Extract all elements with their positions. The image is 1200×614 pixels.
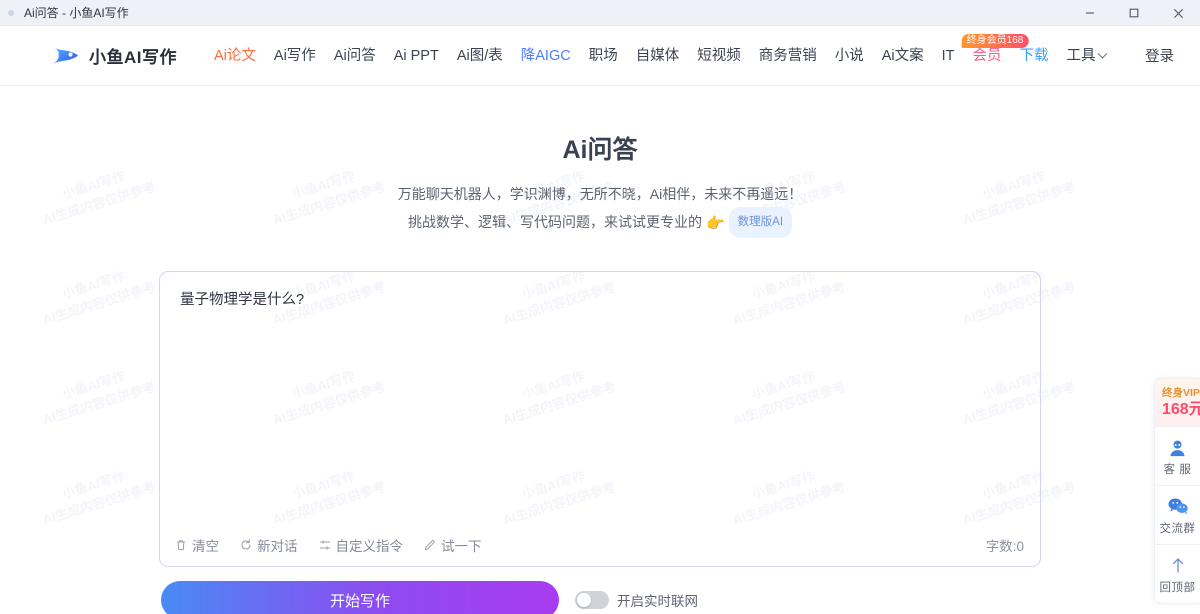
new-conversation-button[interactable]: 新对话	[239, 535, 298, 555]
start-writing-button[interactable]: 开始写作	[161, 581, 559, 614]
rail-vip-price: 168元	[1162, 400, 1200, 419]
window-title-bar: Ai问答 - 小鱼AI写作	[0, 0, 1200, 26]
right-side-rail: 终身VIP 168元 客 服	[1154, 378, 1200, 604]
realtime-network-toggle-group[interactable]: 开启实时联网	[575, 590, 698, 610]
fish-logo-icon	[50, 44, 80, 68]
editor-area: 量子物理学是什么? 清空 新对话	[159, 271, 1041, 567]
nav-item-business-marketing[interactable]: 商务营销	[750, 26, 826, 86]
subtitle-line-2-wrap: 挑战数学、逻辑、写代码问题，来试试更专业的👉数理版AI	[0, 207, 1200, 238]
pen-icon	[423, 538, 437, 552]
nav-links: Ai论文 Ai写作 Ai问答 Ai PPT Ai图/表 降AIGC 职场 自媒体…	[205, 26, 1115, 86]
nav-item-ai-qa[interactable]: Ai问答	[325, 26, 385, 86]
rail-item-community[interactable]: 交流群	[1155, 485, 1200, 544]
chevron-down-icon	[1097, 48, 1107, 58]
nav-item-novel[interactable]: 小说	[826, 26, 873, 86]
top-navigation-bar: 小鱼AI写作 Ai论文 Ai写作 Ai问答 Ai PPT Ai图/表 降AIGC…	[0, 26, 1200, 86]
math-version-badge[interactable]: 数理版AI	[729, 207, 792, 238]
nav-item-self-media[interactable]: 自媒体	[627, 26, 689, 86]
rail-item-support-label: 客 服	[1155, 461, 1200, 477]
subtitle-line-1: 万能聊天机器人，学识渊博，无所不晓，Ai相伴，未来不再遥远！	[0, 182, 1200, 207]
nav-item-tools[interactable]: 工具	[1058, 26, 1115, 86]
brand-logo-group[interactable]: 小鱼AI写作	[50, 43, 177, 68]
toggle-knob	[577, 593, 591, 607]
try-it-label: 试一下	[441, 535, 482, 555]
nav-right-group: 登录	[1139, 45, 1180, 66]
nav-item-ai-chart[interactable]: Ai图/表	[448, 26, 512, 86]
nav-item-tools-label: 工具	[1067, 48, 1096, 64]
watermark: 小鱼AI写作AI生成内容仅供参考	[35, 360, 158, 430]
watermark: 小鱼AI写作AI生成内容仅供参考	[35, 260, 158, 330]
trash-icon	[174, 538, 188, 552]
clear-button-label: 清空	[192, 535, 219, 555]
realtime-network-label: 开启实时联网	[617, 590, 698, 610]
nav-item-reduce-aigc[interactable]: 降AIGC	[512, 26, 580, 86]
subtitle-line-2: 挑战数学、逻辑、写代码问题，来试试更专业的	[408, 214, 702, 230]
nav-item-workplace[interactable]: 职场	[580, 26, 627, 86]
prompt-input[interactable]: 量子物理学是什么?	[160, 272, 1040, 524]
nav-item-ai-writing[interactable]: Ai写作	[265, 26, 325, 86]
nav-item-ai-paper[interactable]: Ai论文	[205, 26, 265, 86]
nav-item-ai-copywriting[interactable]: Ai文案	[873, 26, 933, 86]
arrow-up-icon	[1155, 554, 1200, 576]
nav-item-membership-label: 会员	[973, 48, 1002, 64]
pointing-finger-icon: 👉	[706, 215, 725, 232]
custom-instruction-label: 自定义指令	[336, 535, 404, 555]
nav-item-download[interactable]: 下载	[1011, 26, 1058, 86]
maximize-button[interactable]	[1112, 0, 1156, 26]
rail-item-support[interactable]: 客 服	[1155, 426, 1200, 485]
rail-item-community-label: 交流群	[1155, 520, 1200, 536]
sliders-icon	[318, 538, 332, 552]
nav-item-membership[interactable]: 终身会员168 会员	[964, 26, 1011, 86]
minimize-button[interactable]	[1068, 0, 1112, 26]
realtime-network-toggle[interactable]	[575, 591, 609, 609]
try-it-button[interactable]: 试一下	[423, 535, 482, 555]
rail-vip-title: 终身VIP	[1162, 385, 1200, 400]
custom-instruction-button[interactable]: 自定义指令	[318, 535, 404, 555]
clear-button[interactable]: 清空	[174, 535, 219, 555]
window-title: Ai问答 - 小鱼AI写作	[24, 4, 129, 21]
rail-item-back-to-top-label: 回顶部	[1155, 579, 1200, 595]
editor-toolbar: 清空 新对话 自定义指令	[160, 524, 1040, 566]
nav-item-it[interactable]: IT	[933, 26, 964, 86]
window-controls	[1068, 0, 1200, 26]
window-icon	[8, 10, 14, 16]
word-count: 字数:0	[986, 535, 1024, 555]
page-title: Ai问答	[0, 86, 1200, 166]
watermark: 小鱼AI写作AI生成内容仅供参考	[35, 460, 158, 530]
login-button[interactable]: 登录	[1139, 45, 1180, 66]
new-conversation-label: 新对话	[257, 535, 298, 555]
page-subtitle: 万能聊天机器人，学识渊博，无所不晓，Ai相伴，未来不再遥远！ 挑战数学、逻辑、写…	[0, 182, 1200, 238]
refresh-icon	[239, 538, 253, 552]
main-content: 小鱼AI写作AI生成内容仅供参考 小鱼AI写作AI生成内容仅供参考 小鱼AI写作…	[0, 86, 1200, 614]
rail-item-back-to-top[interactable]: 回顶部	[1155, 544, 1200, 603]
close-button[interactable]	[1156, 0, 1200, 26]
prompt-editor-card: 量子物理学是什么? 清空 新对话	[159, 271, 1041, 567]
nav-item-short-video[interactable]: 短视频	[688, 26, 750, 86]
brand-name: 小鱼AI写作	[89, 43, 177, 68]
action-row: 开始写作 开启实时联网	[159, 581, 1041, 614]
wechat-icon	[1155, 495, 1200, 517]
nav-item-ai-ppt[interactable]: Ai PPT	[385, 26, 448, 86]
rail-vip-promo[interactable]: 终身VIP 168元	[1155, 379, 1200, 426]
headset-person-icon	[1155, 436, 1200, 458]
